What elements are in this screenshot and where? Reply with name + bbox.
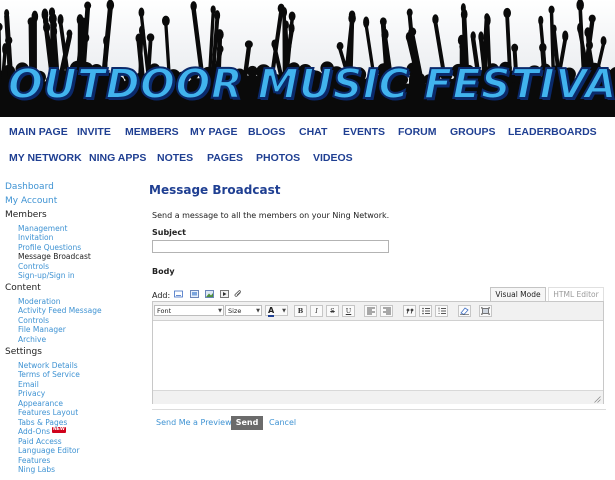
nav-leaderboards[interactable]: LEADERBOARDS [508, 126, 597, 138]
intro-text: Send a message to all the members on you… [152, 211, 390, 220]
image-insert-icon[interactable] [190, 290, 199, 298]
sidebar-item-tabs-and-pages[interactable]: Tabs & Pages [18, 418, 67, 427]
send-button[interactable]: Send [231, 416, 263, 430]
sidebar-item-file-manager[interactable]: File Manager [18, 325, 66, 334]
font-select[interactable]: Font ▼ [154, 305, 224, 316]
sidebar-item-invitation[interactable]: Invitation [18, 233, 53, 242]
nav-events[interactable]: EVENTS [343, 126, 385, 138]
chevron-down-icon: ▼ [282, 308, 286, 314]
attachment-icon[interactable] [234, 290, 243, 298]
align-left-button[interactable] [364, 305, 377, 317]
align-right-button[interactable] [380, 305, 393, 317]
site-title[interactable]: OUTDOOR MUSIC FESTIVALS [7, 59, 615, 109]
header-banner: OUTDOOR MUSIC FESTIVALS [0, 0, 615, 117]
send-preview-link[interactable]: Send Me a Preview [156, 418, 232, 427]
sidebar-item-appearance[interactable]: Appearance [18, 399, 63, 408]
sidebar-item-content-controls[interactable]: Controls [18, 316, 49, 325]
sidebar-item-sign-up-sign-in[interactable]: Sign-up/Sign in [18, 271, 75, 280]
chevron-down-icon: ▼ [256, 308, 260, 314]
sidebar-item-features-layout[interactable]: Features Layout [18, 408, 78, 417]
italic-button[interactable]: I [310, 305, 323, 317]
text-color-button[interactable]: A ▼ [265, 305, 288, 317]
nav-forum[interactable]: FORUM [398, 126, 437, 138]
nav-blogs[interactable]: BLOGS [248, 126, 285, 138]
sidebar-item-email[interactable]: Email [18, 380, 39, 389]
resize-grip-icon[interactable] [593, 395, 601, 403]
sidebar-item-member-controls[interactable]: Controls [18, 262, 49, 271]
text-color-icon: A [268, 306, 275, 317]
sidebar-section-members: Members [5, 210, 47, 220]
form-divider [152, 409, 606, 410]
add-media-label: Add: [152, 291, 171, 300]
subject-label: Subject [152, 228, 186, 237]
fullscreen-icon [481, 307, 490, 315]
nav-my-page[interactable]: MY PAGE [190, 126, 237, 138]
video-insert-icon[interactable] [220, 290, 229, 298]
editor-toolbar: Font ▼ Size ▼ A ▼ B I S U [153, 302, 603, 321]
nav-notes[interactable]: NOTES [157, 152, 193, 164]
size-select-label: Size [228, 307, 242, 315]
bullet-list-button[interactable] [419, 305, 432, 317]
size-select[interactable]: Size ▼ [225, 305, 262, 316]
tab-html-editor[interactable]: HTML Editor [548, 287, 604, 301]
nav-photos[interactable]: PHOTOS [256, 152, 300, 164]
link-insert-icon[interactable] [174, 290, 183, 298]
main-navigation: MAIN PAGE INVITE MEMBERS MY PAGE BLOGS C… [0, 117, 615, 173]
nav-groups[interactable]: GROUPS [450, 126, 496, 138]
sidebar-item-activity-feed-message[interactable]: Activity Feed Message [18, 306, 102, 315]
sidebar-item-paid-access[interactable]: Paid Access [18, 437, 62, 446]
bold-button[interactable]: B [294, 305, 307, 317]
align-right-icon [382, 307, 391, 315]
sidebar-item-message-broadcast: Message Broadcast [18, 252, 91, 261]
nav-ning-apps[interactable]: NING APPS [89, 152, 146, 164]
message-body-editor[interactable] [153, 321, 603, 390]
sidebar-my-account[interactable]: My Account [5, 196, 57, 206]
sidebar-item-network-details[interactable]: Network Details [18, 361, 78, 370]
rich-text-editor: Font ▼ Size ▼ A ▼ B I S U [152, 301, 604, 404]
sidebar-section-settings: Settings [5, 347, 42, 357]
tab-visual-mode[interactable]: Visual Mode [490, 287, 546, 301]
bullet-list-icon [421, 307, 430, 315]
numbered-list-icon [438, 307, 446, 314]
eraser-icon [460, 307, 469, 315]
numbered-list-button[interactable] [435, 305, 448, 317]
blockquote-button[interactable] [403, 305, 416, 317]
nav-pages[interactable]: PAGES [207, 152, 243, 164]
sidebar-item-terms-of-service[interactable]: Terms of Service [18, 370, 80, 379]
sidebar-item-profile-questions[interactable]: Profile Questions [18, 243, 81, 252]
sidebar-item-features[interactable]: Features [18, 456, 50, 465]
sidebar-item-moderation[interactable]: Moderation [18, 297, 60, 306]
align-left-icon [366, 307, 375, 315]
sidebar-item-management[interactable]: Management [18, 224, 67, 233]
nav-invite[interactable]: INVITE [77, 126, 111, 138]
nav-chat[interactable]: CHAT [299, 126, 327, 138]
sidebar-item-privacy[interactable]: Privacy [18, 389, 45, 398]
new-badge: NEW [52, 427, 66, 433]
sidebar-dashboard[interactable]: Dashboard [5, 182, 54, 192]
nav-my-network[interactable]: MY NETWORK [9, 152, 82, 164]
sidebar-section-content: Content [5, 283, 41, 293]
strikethrough-button[interactable]: S [326, 305, 339, 317]
underline-button[interactable]: U [342, 305, 355, 317]
nav-members[interactable]: MEMBERS [125, 126, 179, 138]
nav-main-page[interactable]: MAIN PAGE [9, 126, 68, 138]
chevron-down-icon: ▼ [218, 308, 222, 314]
sidebar-item-ning-labs[interactable]: Ning Labs [18, 465, 55, 474]
sidebar-item-add-ons-label: Add-Ons [18, 427, 50, 436]
page-title: Message Broadcast [149, 183, 281, 197]
clear-formatting-button[interactable] [458, 305, 471, 317]
photo-insert-icon[interactable] [205, 290, 214, 298]
message-broadcast-panel: Message Broadcast Send a message to all … [148, 180, 610, 480]
quote-icon [406, 308, 413, 314]
cancel-link[interactable]: Cancel [269, 418, 296, 427]
editor-status-bar [153, 390, 603, 404]
fullscreen-button[interactable] [479, 305, 492, 317]
nav-videos[interactable]: VIDEOS [313, 152, 353, 164]
sidebar-item-language-editor[interactable]: Language Editor [18, 446, 80, 455]
subject-input[interactable] [152, 240, 389, 253]
sidebar-item-add-ons[interactable]: Add-Ons NEW [18, 427, 66, 436]
body-label: Body [152, 267, 175, 276]
sidebar-item-archive[interactable]: Archive [18, 335, 46, 344]
font-select-label: Font [157, 307, 172, 315]
